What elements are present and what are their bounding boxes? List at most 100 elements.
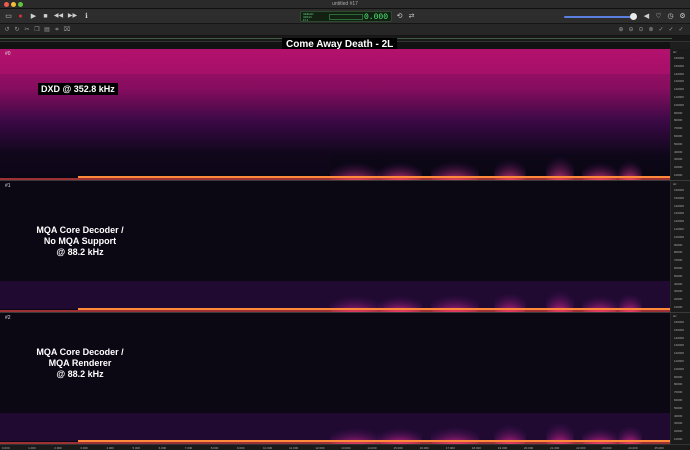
frequency-tick-label: 80000 <box>674 250 683 255</box>
frequency-tick-label: 50000 <box>674 405 683 410</box>
zoom-in-icon[interactable]: ⊕ <box>617 26 625 34</box>
speaker-icon[interactable]: ◀ <box>642 12 651 21</box>
paste-icon[interactable]: ▤ <box>43 26 51 34</box>
track-1-overlay-line-3: @ 88.2 kHz <box>56 247 104 257</box>
time-ruler[interactable]: 0.000 1.000 2.000 3.000 4.000 5.000 6.000 7.000… <box>0 444 690 450</box>
frequency-unit-label: Hz <box>673 50 677 54</box>
time-tick-label: 8.000 <box>210 446 219 450</box>
spectrogram-0-svg <box>0 49 670 180</box>
volume-slider-knob[interactable] <box>630 13 637 20</box>
spectrogram-track-1[interactable]: #1 MQA Core Decoder / No MQA Support @ 8… <box>0 181 670 312</box>
undo-icon[interactable]: ↺ <box>3 26 11 34</box>
time-tick-label: 14.000 <box>367 446 377 450</box>
stop-button[interactable]: ■ <box>41 12 50 21</box>
settings-icon[interactable]: ⚙ <box>678 12 687 21</box>
frequency-tick-label: 90000 <box>674 374 683 379</box>
copy-icon[interactable]: ❐ <box>33 26 41 34</box>
frequency-tick-label: 120000 <box>674 219 685 224</box>
frequency-tick-label: 20000 <box>674 297 683 302</box>
spectrogram-track-0[interactable]: #0 DXD @ 352.8 kHz <box>0 49 670 180</box>
time-tick-label: 0.000 <box>2 446 10 450</box>
track-1-overlay-line-1: MQA Core Decoder / <box>36 225 124 235</box>
time-tick-label: 4.000 <box>106 446 114 450</box>
cursor-follow-icon[interactable]: ⇄ <box>407 12 416 21</box>
track-label: #0 <box>5 51 11 57</box>
frequency-tick-label: 90000 <box>674 110 683 115</box>
crop-icon[interactable]: ⌧ <box>63 26 71 34</box>
frequency-tick-label: 70000 <box>674 390 683 395</box>
time-tick-label: 19.000 <box>497 446 508 450</box>
time-tick-label: 15.000 <box>393 446 403 450</box>
frequency-tick-label: 30000 <box>674 289 683 294</box>
frequency-tick-label: 30000 <box>674 421 683 426</box>
cut-icon[interactable]: ✂ <box>23 26 31 34</box>
zoom-out-icon[interactable]: ⊖ <box>627 26 635 34</box>
frequency-tick-label: 10000 <box>674 437 683 441</box>
frequency-tick-label: 130000 <box>674 343 685 348</box>
frequency-tick-label: 50000 <box>674 273 683 278</box>
spectrogram-track-2[interactable]: #2 MQA Core Decoder / MQA Renderer @ 88.… <box>0 313 670 444</box>
time-tick-label: 22.000 <box>576 446 586 450</box>
frequency-tick-label: 100000 <box>674 366 685 371</box>
favorite-icon[interactable]: ♡ <box>654 12 663 21</box>
frequency-axis-1: Hz 160000 150000 140000 130000 120000 110000 10… <box>670 181 690 312</box>
track-2-overlay-line-2: MQA Renderer <box>48 358 112 368</box>
time-tick-label: 20.000 <box>524 446 534 450</box>
marker-icon[interactable]: ✓ <box>657 26 665 34</box>
edit-toolbar: ↺ ↻ ✂ ❐ ▤ ⌗ ⌧ ⊕ ⊖ ⊙ ⊗ ✓ ✓ ✓ <box>0 24 690 36</box>
frequency-tick-label: 120000 <box>674 87 685 92</box>
frequency-tick-label: 100000 <box>674 102 685 107</box>
info-icon[interactable]: ℹ <box>82 12 91 21</box>
lcd-display: 384kHz 32bit Flt 0.000 <box>300 11 392 22</box>
frequency-tick-label: 140000 <box>674 203 685 208</box>
time-tick-label: 16.000 <box>419 446 429 450</box>
time-tick-label: 13.000 <box>341 446 351 450</box>
frequency-tick-label: 130000 <box>674 211 685 216</box>
sidebar-toggle-icon[interactable]: ▭ <box>4 12 13 21</box>
frequency-tick-label: 140000 <box>674 71 685 76</box>
track-2-overlay: MQA Core Decoder / MQA Renderer @ 88.2 k… <box>15 347 145 380</box>
frequency-axis-2: Hz 160000 150000 140000 130000 120000 110000 10… <box>670 313 690 444</box>
frequency-tick-label: 130000 <box>674 79 685 84</box>
track-1-overlay: MQA Core Decoder / No MQA Support @ 88.2… <box>15 225 145 258</box>
frequency-tick-label: 140000 <box>674 335 685 340</box>
frequency-tick-label: 80000 <box>674 118 683 123</box>
time-tick-label: 10.000 <box>263 446 273 450</box>
zoom-selection-icon[interactable]: ⊗ <box>647 26 655 34</box>
transport-toolbar: ▭ ● ▶ ■ ◀◀ ▶▶ ℹ 384kHz 32bit Flt 0.000 ⟲… <box>0 9 690 24</box>
frequency-tick-label: 110000 <box>674 227 684 231</box>
more-icon[interactable]: ✓ <box>677 26 685 34</box>
track-label: #1 <box>5 183 11 189</box>
snap-icon[interactable]: ✓ <box>667 26 675 34</box>
lcd-time-readout: 0.000 <box>363 13 388 22</box>
track-1-overlay-line-2: No MQA Support <box>43 236 117 246</box>
zoom-fit-icon[interactable]: ⊙ <box>637 26 645 34</box>
time-tick-label: 17.000 <box>445 446 455 450</box>
loop-icon[interactable]: ⟲ <box>395 12 404 21</box>
volume-slider[interactable] <box>564 16 634 18</box>
frequency-tick-label: 30000 <box>674 157 683 162</box>
trim-icon[interactable]: ⌗ <box>53 26 61 34</box>
time-tick-label: 1.000 <box>28 446 36 450</box>
frequency-tick-label: 10000 <box>674 173 683 177</box>
time-tick-label: 24.000 <box>628 446 638 450</box>
title-bar: untitled #17 <box>0 0 690 9</box>
redo-icon[interactable]: ↻ <box>13 26 21 34</box>
frequency-tick-label: 20000 <box>674 165 683 170</box>
track-2-overlay-line-1: MQA Core Decoder / <box>36 347 124 357</box>
frequency-tick-label: 160000 <box>674 320 685 324</box>
time-tick-label: 2.000 <box>54 446 62 450</box>
frequency-tick-label: 60000 <box>674 134 683 138</box>
fast-forward-button[interactable]: ▶▶ <box>68 12 77 21</box>
rewind-button[interactable]: ◀◀ <box>54 12 63 21</box>
time-tick-label: 11.000 <box>289 446 299 450</box>
record-button[interactable]: ● <box>16 12 25 21</box>
play-button[interactable]: ▶ <box>29 12 38 21</box>
time-tick-label: 23.000 <box>602 446 612 450</box>
frequency-unit-label: Hz <box>673 314 677 318</box>
window-title: untitled #17 <box>332 1 358 7</box>
frequency-tick-label: 20000 <box>674 429 683 434</box>
frequency-tick-label: 70000 <box>674 258 683 263</box>
clock-icon[interactable]: ◷ <box>666 12 675 21</box>
time-tick-label: 7.000 <box>184 446 193 450</box>
